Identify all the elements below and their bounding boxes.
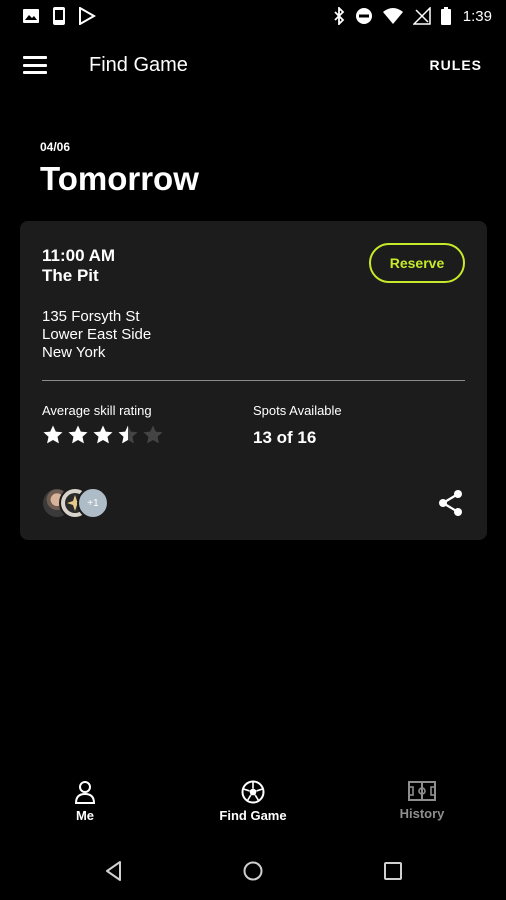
game-date: 04/06 bbox=[40, 140, 71, 154]
nav-label-find-game: Find Game bbox=[219, 808, 287, 823]
play-store-icon bbox=[79, 7, 96, 25]
star-icon bbox=[93, 425, 113, 444]
menu-icon[interactable] bbox=[22, 54, 48, 76]
star-icon bbox=[118, 425, 138, 444]
app-bar: Find Game RULES bbox=[0, 44, 506, 88]
battery-icon bbox=[440, 7, 451, 25]
recents-icon[interactable] bbox=[382, 860, 404, 882]
address-neighborhood: Lower East Side bbox=[42, 326, 152, 343]
venue-name: The Pit bbox=[42, 266, 99, 285]
spots-available-value: 13 of 16 bbox=[253, 428, 317, 447]
bottom-navigation: Me Find Game History bbox=[0, 780, 506, 840]
status-bar: 1:39 bbox=[0, 0, 506, 32]
do-not-disturb-icon bbox=[355, 8, 372, 24]
player-avatars[interactable]: +1 bbox=[41, 487, 111, 519]
status-time: 1:39 bbox=[462, 7, 492, 25]
image-notification-icon bbox=[23, 9, 39, 23]
nav-item-find-game[interactable]: Find Game bbox=[193, 780, 313, 823]
day-heading: Tomorrow bbox=[40, 160, 199, 197]
bluetooth-icon bbox=[334, 7, 345, 25]
cell-signal-icon bbox=[412, 7, 431, 25]
star-icon bbox=[43, 425, 63, 444]
address-city: New York bbox=[42, 344, 106, 361]
reserve-button[interactable]: Reserve bbox=[369, 243, 465, 283]
system-status-icons: 1:39 bbox=[333, 7, 492, 25]
rules-button[interactable]: RULES bbox=[430, 57, 482, 73]
skill-rating-label: Average skill rating bbox=[42, 403, 152, 418]
back-icon[interactable] bbox=[103, 860, 125, 882]
star-icon bbox=[68, 425, 88, 444]
nav-label-me: Me bbox=[75, 808, 95, 823]
field-icon bbox=[408, 781, 436, 801]
system-navigation-bar bbox=[0, 848, 506, 894]
card-divider bbox=[42, 380, 465, 381]
nav-item-history[interactable]: History bbox=[362, 780, 482, 821]
more-players-badge: +1 bbox=[77, 487, 109, 519]
home-icon[interactable] bbox=[242, 860, 264, 882]
person-icon bbox=[74, 781, 96, 804]
address-street: 135 Forsyth St bbox=[42, 308, 140, 325]
soccer-ball-icon bbox=[241, 780, 265, 804]
nav-item-me[interactable]: Me bbox=[25, 780, 145, 823]
notification-icons bbox=[22, 7, 96, 25]
nav-label-history: History bbox=[399, 806, 445, 821]
page-title: Find Game bbox=[89, 54, 188, 76]
wifi-icon bbox=[382, 8, 403, 24]
spots-available-label: Spots Available bbox=[253, 403, 342, 418]
game-card[interactable]: 11:00 AM The Pit Reserve 135 Forsyth St … bbox=[20, 221, 487, 540]
star-icon bbox=[143, 425, 163, 444]
game-time: 11:00 AM bbox=[42, 246, 116, 265]
phone-notification-icon bbox=[53, 7, 65, 25]
share-icon[interactable] bbox=[437, 489, 465, 517]
star-rating bbox=[42, 424, 164, 446]
